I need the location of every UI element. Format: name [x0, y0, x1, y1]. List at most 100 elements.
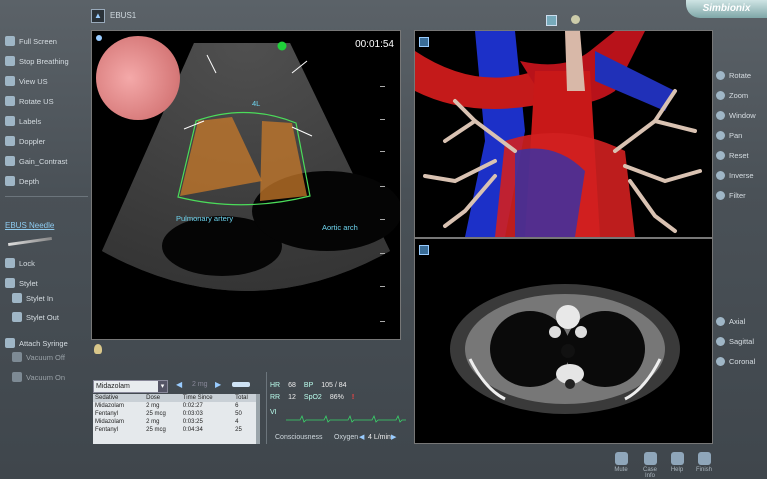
ct-view[interactable] [414, 238, 713, 444]
bronchoscope-view [96, 36, 180, 120]
divider [266, 372, 267, 444]
stylet-in-button[interactable]: Stylet In [12, 291, 97, 305]
case-info-button[interactable]: Case Info [638, 452, 662, 479]
vacuum-off-button[interactable]: Vacuum Off [12, 350, 97, 364]
fullscreen-icon [5, 36, 15, 46]
ct-image [415, 239, 712, 443]
ultrasound-icon [5, 76, 15, 86]
full-screen-button[interactable]: Full Screen [5, 34, 90, 48]
consciousness-button[interactable]: Consciousness [275, 434, 322, 441]
depth-icon [5, 176, 15, 186]
attach-syringe-button[interactable]: Attach Syringe [5, 336, 90, 350]
chevron-down-icon: ▾ [158, 381, 167, 392]
layout-icon[interactable] [546, 15, 557, 26]
stylet-out-icon [12, 312, 22, 322]
doppler-icon [5, 136, 15, 146]
filter-icon [716, 190, 725, 200]
labels-button[interactable]: Labels [5, 114, 90, 128]
vacuum-on-button[interactable]: Vacuum On [12, 370, 97, 384]
table-row: Midazolam 2 mg 0:03:25 4 [95, 419, 239, 425]
window-button[interactable]: Window [716, 108, 756, 122]
spo2-value: 86% [329, 394, 344, 401]
brand-logo: Simbionix [686, 0, 767, 18]
oxygen-value: 4 L/min [368, 434, 391, 441]
rotate-icon [5, 96, 15, 106]
panel-title: EBUS1 [110, 11, 137, 20]
rotate-us-button[interactable]: Rotate US [5, 94, 90, 108]
rotate-icon [716, 70, 725, 80]
folder-icon [643, 452, 657, 465]
filter-button[interactable]: Filter [716, 188, 746, 202]
blood-pressure: 105 / 84 [321, 382, 347, 389]
drug-history-table: Sedative Dose Time Since Total Midazolam… [93, 394, 259, 444]
oxygen-label: Oxygen [334, 434, 359, 441]
panel-icon[interactable]: ▲ [91, 9, 105, 23]
sedative-select[interactable]: Midazolam ▾ [93, 380, 168, 393]
lock-icon [5, 258, 15, 268]
zoom-button[interactable]: Zoom [716, 88, 748, 102]
heart-rate: 68 [288, 382, 296, 389]
lungs-icon [5, 56, 15, 66]
finish-button[interactable]: Finish [692, 452, 716, 473]
dose-decrease-button[interactable]: ◀ [176, 380, 182, 389]
depth-button[interactable]: Depth [5, 174, 90, 188]
alarm-icon: ! [351, 394, 355, 401]
stylet-button[interactable]: Stylet [5, 276, 90, 290]
labels-icon [5, 116, 15, 126]
table-header: Sedative Dose Time Since Total [93, 394, 259, 402]
reset-button[interactable]: Reset [716, 148, 749, 162]
anatomy-3d-image [415, 31, 712, 237]
ecg-trace [286, 414, 406, 423]
axial-button[interactable]: Axial [716, 314, 745, 328]
panel-menu-icon[interactable] [419, 37, 429, 47]
syringe-inject-icon[interactable] [232, 382, 250, 387]
station-label: 4L [252, 99, 261, 108]
pin-icon[interactable] [96, 35, 102, 41]
syringe-icon [5, 338, 15, 348]
dose-increase-button[interactable]: ▶ [215, 380, 221, 389]
table-scrollbar[interactable] [256, 394, 260, 444]
rotate-button[interactable]: Rotate [716, 68, 751, 82]
coronal-icon [716, 356, 725, 366]
dose-field[interactable]: 2 mg [192, 381, 208, 388]
view-us-button[interactable]: View US [5, 74, 90, 88]
axial-icon [716, 316, 725, 326]
close-icon [697, 452, 711, 465]
timer: 00:01:54 [355, 39, 394, 50]
lock-button[interactable]: Lock [5, 256, 90, 270]
speaker-icon [614, 452, 628, 465]
pan-button[interactable]: Pan [716, 128, 742, 142]
doppler-button[interactable]: Doppler [5, 134, 90, 148]
inverse-button[interactable]: Inverse [716, 168, 754, 182]
oxygen-increase-button[interactable]: ▶ [391, 433, 396, 441]
coronal-button[interactable]: Coronal [716, 354, 755, 368]
settings-icon[interactable] [571, 15, 580, 24]
ebus-needle-title[interactable]: EBUS Needle [5, 221, 54, 230]
stop-breathing-button[interactable]: Stop Breathing [5, 54, 90, 68]
zoom-icon [716, 90, 725, 100]
aortic-arch-label: Aortic arch [322, 223, 358, 232]
sagittal-button[interactable]: Sagittal [716, 334, 754, 348]
sagittal-icon [716, 336, 725, 346]
table-row: Fentanyl 25 mcg 0:03:03 50 [95, 411, 242, 417]
inverse-icon [716, 170, 725, 180]
table-row: Midazolam 2 mg 0:02:27 6 [95, 403, 239, 409]
needle-icon [8, 236, 52, 247]
ultrasound-view[interactable]: 00:01:54 4L Pulmonary artery Aortic arch [91, 30, 401, 340]
mute-button[interactable]: Mute [609, 452, 633, 473]
anatomy-3d-view[interactable] [414, 30, 713, 238]
reset-icon [716, 150, 725, 160]
window-icon [716, 110, 725, 120]
panel-menu-icon[interactable] [419, 245, 429, 255]
stylet-icon [5, 278, 15, 288]
oxygen-decrease-button[interactable]: ◀ [359, 433, 364, 441]
hand-icon [716, 130, 725, 140]
table-row: Fentanyl 25 mcg 0:04:34 25 [95, 427, 242, 433]
vacuum-off-icon [12, 352, 22, 362]
gain-contrast-button[interactable]: Gain_Contrast [5, 154, 90, 168]
lightbulb-icon[interactable] [94, 344, 102, 354]
respiratory-rate: 12 [288, 394, 296, 401]
help-button[interactable]: Help [665, 452, 689, 473]
divider [5, 196, 88, 197]
stylet-out-button[interactable]: Stylet Out [12, 310, 97, 324]
